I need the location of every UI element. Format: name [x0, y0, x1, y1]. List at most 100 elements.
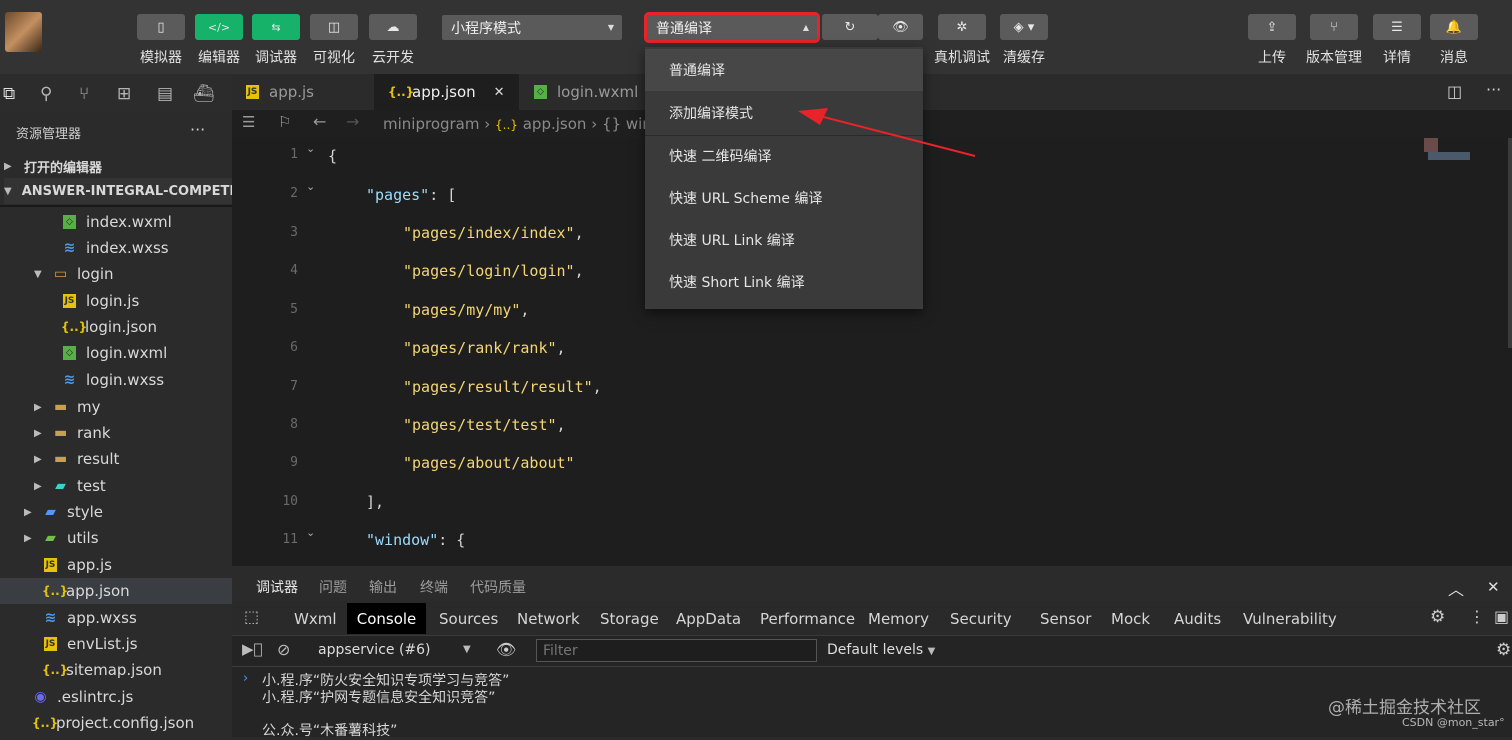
breadcrumb: miniprogram › {..} app.json › {} win [383, 115, 652, 133]
tab-login-wxml[interactable]: ◇ login.wxml [534, 74, 644, 110]
tree-item[interactable]: JS envList.js [44, 631, 138, 657]
caret-down-icon: ▼ [927, 646, 936, 657]
editor-button[interactable]: </> [195, 14, 243, 40]
devtools-tab-performance[interactable]: Performance [760, 603, 855, 634]
menu-item-url-scheme-compile[interactable]: 快速 URL Scheme 编译 [645, 177, 923, 219]
tree-item[interactable]: ▶ ▬ rank [34, 420, 111, 446]
remote-debug-button[interactable]: ✲ [938, 14, 986, 40]
clear-console-icon[interactable]: ⊘ [277, 640, 290, 659]
version-button[interactable]: ⑂ [1310, 14, 1358, 40]
menu-item-normal-compile[interactable]: 普通编译 [645, 49, 923, 91]
devtools-tab-audits[interactable]: Audits [1174, 603, 1221, 634]
devtools-tab-vulnerability[interactable]: Vulnerability [1243, 603, 1337, 634]
clear-cache-button[interactable]: ◈ ▾ [1000, 14, 1048, 40]
tree-item[interactable]: {..} sitemap.json [42, 657, 162, 683]
dock-icon[interactable]: ▣ [1494, 607, 1509, 626]
kebab-menu-icon[interactable]: ⋮ [1469, 607, 1485, 626]
tree-item[interactable]: ▼ ▭ login [34, 261, 114, 287]
tree-item[interactable]: ▶ ▰ test [34, 473, 106, 499]
devtools-tab-memory[interactable]: Memory [868, 603, 929, 634]
compile-select[interactable]: 普通编译 ▲ [644, 12, 820, 43]
tree-item[interactable]: ◇ login.wxml [63, 340, 167, 366]
breadcrumb-item[interactable]: miniprogram [383, 115, 479, 133]
files-icon[interactable]: ⧉ [3, 84, 15, 104]
details-label: 详情 [1383, 50, 1411, 66]
devtools-tab-wxml[interactable]: Wxml [294, 603, 337, 634]
sidebar-toggle-icon[interactable]: ▶⃞ [242, 640, 263, 658]
app-avatar[interactable] [5, 12, 42, 52]
devtools-tab-mock[interactable]: Mock [1111, 603, 1150, 634]
inspect-element-icon[interactable]: ⬚ [244, 607, 259, 626]
tab-app-js[interactable]: JS app.js [246, 74, 366, 110]
extensions-icon[interactable]: ⊞ [117, 84, 131, 104]
devtools-tab-console[interactable]: Console [347, 603, 426, 634]
tree-item[interactable]: ▶ ▬ my [34, 394, 101, 420]
project-section[interactable]: ▼ ANSWER-INTEGRAL-COMPETITI... [4, 178, 263, 204]
details-button[interactable]: ☰ [1373, 14, 1421, 40]
storage-icon[interactable]: ▤ [157, 84, 173, 104]
panel-tab-problems[interactable]: 问题 [319, 577, 347, 597]
tree-item[interactable]: ≋ index.wxss [63, 235, 169, 261]
upload-button[interactable]: ⇪ [1248, 14, 1296, 40]
fold-icon[interactable]: ⌄ [306, 142, 315, 155]
cloud-button[interactable]: ☁ [369, 14, 417, 40]
menu-item-url-link-compile[interactable]: 快速 URL Link 编译 [645, 219, 923, 261]
debugger-button[interactable]: ⇆ [252, 14, 300, 40]
devtools-tab-sensor[interactable]: Sensor [1040, 603, 1091, 634]
messages-button[interactable]: 🔔 [1430, 14, 1478, 40]
breadcrumb-item[interactable]: app.json [523, 115, 587, 133]
close-panel-icon[interactable]: ✕ [1487, 578, 1500, 596]
log-levels-select[interactable]: Default levels ▼ [827, 642, 935, 658]
chevron-right-icon: › [484, 115, 496, 133]
console-filter-input[interactable] [536, 639, 817, 662]
chevron-up-icon[interactable]: ︿ [1448, 576, 1464, 600]
gear-icon[interactable]: ⚙ [1430, 607, 1445, 627]
bookmark-icon[interactable]: ⚐ [278, 113, 291, 131]
editor-scrollbar[interactable] [1508, 138, 1512, 348]
back-icon[interactable]: ← [313, 112, 326, 131]
source-control-icon[interactable]: ⑂ [79, 84, 89, 104]
tree-item[interactable]: {..} project.config.json [32, 710, 194, 736]
devtools-tab-security[interactable]: Security [950, 603, 1012, 634]
tree-item[interactable]: ▶ ▰ style [24, 499, 103, 525]
panel-tab-terminal[interactable]: 终端 [420, 577, 448, 597]
tree-item[interactable]: ≋ login.wxss [63, 367, 164, 393]
preview-button[interactable]: 👁 [878, 14, 923, 40]
more-actions-icon[interactable]: ··· [1486, 80, 1501, 99]
close-icon[interactable]: ✕ [494, 85, 505, 100]
simulator-button[interactable]: ▯ [137, 14, 185, 40]
tree-item[interactable]: ▶ ▬ result [34, 446, 119, 472]
open-editors-section[interactable]: ▶ 打开的编辑器 [4, 153, 102, 179]
mode-select[interactable]: 小程序模式 ▼ [442, 15, 622, 40]
panel-tab-output[interactable]: 输出 [369, 577, 397, 597]
search-icon[interactable]: ⚲ [40, 84, 52, 104]
console-settings-icon[interactable]: ⚙ [1496, 640, 1511, 660]
panel-tab-code-quality[interactable]: 代码质量 [470, 577, 526, 597]
forward-icon[interactable]: → [346, 112, 359, 131]
tab-app-json[interactable]: {..} app.json ✕ [374, 74, 519, 110]
tree-item[interactable]: JS app.js [44, 552, 112, 578]
docker-icon[interactable]: ⛴ [193, 84, 215, 104]
devtools-tab-appdata[interactable]: AppData [676, 603, 741, 634]
menu-item-short-link-compile[interactable]: 快速 Short Link 编译 [645, 261, 923, 303]
refresh-button[interactable]: ↻ [822, 14, 878, 40]
devtools-tab-network[interactable]: Network [517, 603, 580, 634]
tree-item-selected[interactable]: {..} app.json [0, 578, 232, 604]
tree-item[interactable]: ▶ ▰ utils [24, 525, 99, 551]
tree-item[interactable]: ◉ .eslintrc.js [34, 684, 133, 710]
context-select[interactable]: appservice (#6) ▼ [318, 642, 478, 658]
panel-tab-debugger[interactable]: 调试器 [256, 577, 298, 597]
tree-item[interactable]: ◇ index.wxml [63, 209, 172, 235]
visual-button[interactable]: ◫ [310, 14, 358, 40]
devtools-tab-storage[interactable]: Storage [600, 603, 659, 634]
list-icon[interactable]: ☰ [242, 113, 255, 131]
eye-icon[interactable]: 👁 [496, 640, 516, 659]
more-icon[interactable]: ··· [190, 120, 205, 139]
fold-icon[interactable]: ⌄ [306, 526, 315, 539]
split-editor-icon[interactable]: ◫ [1447, 82, 1462, 101]
tree-item[interactable]: JS login.js [63, 288, 139, 314]
tree-item[interactable]: {..} login.json [61, 314, 157, 340]
devtools-tab-sources[interactable]: Sources [439, 603, 498, 634]
fold-icon[interactable]: ⌄ [306, 180, 315, 193]
tree-item[interactable]: ≋ app.wxss [44, 605, 137, 631]
